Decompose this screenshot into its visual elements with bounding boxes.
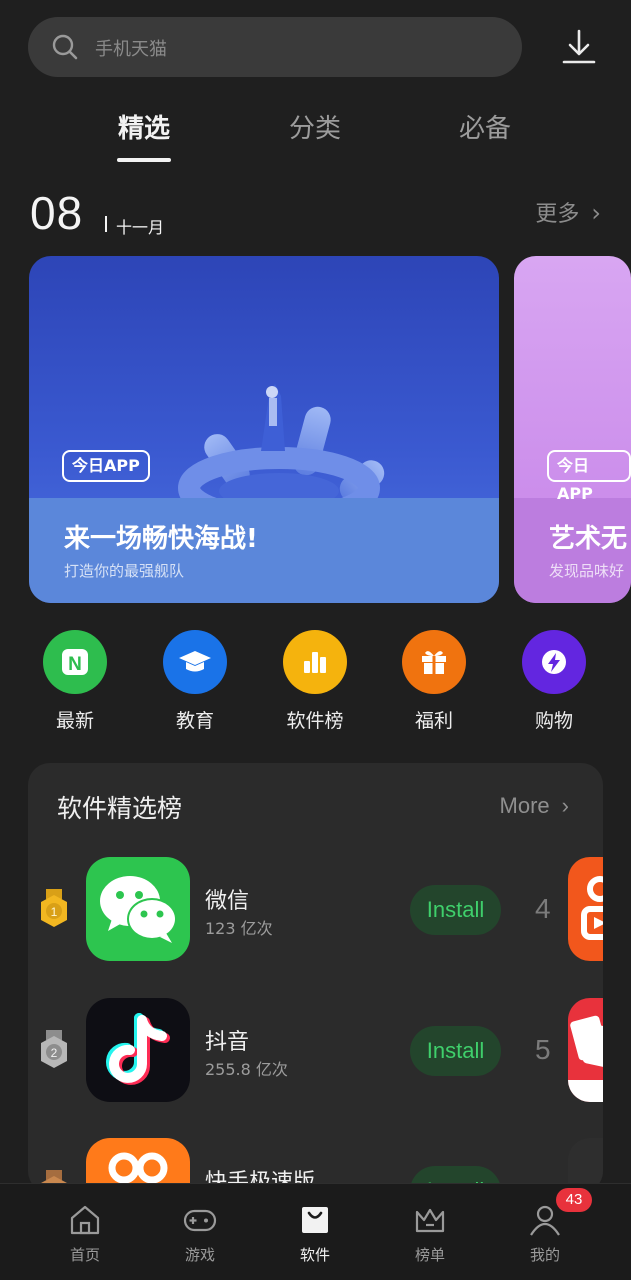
download-icon[interactable] xyxy=(559,27,599,67)
chevron-right-icon: › xyxy=(561,793,569,818)
app-name: 抖音 xyxy=(205,1030,250,1055)
panel-title: 软件精选榜 xyxy=(57,794,183,823)
today-app-badge: 今日APP xyxy=(547,450,631,503)
search-placeholder: 手机天猫 xyxy=(95,39,167,60)
category-label: 软件榜 xyxy=(286,710,344,732)
date-day: 08 xyxy=(30,187,84,239)
notification-badge: 43 xyxy=(556,1188,592,1212)
next-column-rank: 4 xyxy=(535,893,551,924)
category-shortcuts: N 最新 教育 软件榜 福利 购物 xyxy=(0,630,631,740)
search-bar[interactable]: 手机天猫 xyxy=(28,17,522,77)
nav-label: 游戏 xyxy=(184,1246,215,1264)
nav-label: 软件 xyxy=(299,1246,330,1264)
app-name: 微信 xyxy=(205,889,250,914)
category-latest[interactable]: N 最新 xyxy=(30,630,120,733)
category-education[interactable]: 教育 xyxy=(150,630,240,733)
category-label: 福利 xyxy=(414,710,453,732)
next-app-icon[interactable] xyxy=(568,998,603,1102)
banner-title: 艺术无 xyxy=(549,524,628,554)
svg-text:N: N xyxy=(68,654,82,675)
more-label: More xyxy=(499,793,550,818)
svg-text:2: 2 xyxy=(51,1046,58,1060)
bottom-navigation: 首页 游戏 软件 榜单 我的 xyxy=(0,1183,631,1280)
nav-software[interactable]: 软件 xyxy=(275,1202,355,1265)
new-icon: N xyxy=(43,630,107,694)
lightning-icon xyxy=(522,630,586,694)
category-shopping[interactable]: 购物 xyxy=(509,630,599,733)
next-app-icon[interactable] xyxy=(568,857,603,961)
tab-essentials[interactable]: 必备 xyxy=(430,108,540,145)
nav-home[interactable]: 首页 xyxy=(45,1202,125,1265)
category-welfare[interactable]: 福利 xyxy=(389,630,479,733)
douyin-icon xyxy=(86,998,190,1102)
search-icon xyxy=(52,34,78,60)
gold-medal-icon: 1 xyxy=(41,889,67,927)
install-button[interactable]: Install xyxy=(410,885,501,935)
next-column-rank: 5 xyxy=(535,1034,551,1065)
app-download-count: 123 亿次 xyxy=(205,919,273,938)
wechat-icon xyxy=(86,857,190,961)
crown-icon xyxy=(415,1208,445,1233)
category-software-chart[interactable]: 软件榜 xyxy=(270,630,360,733)
more-label: 更多 xyxy=(535,202,580,227)
banner-subtitle: 发现品味好 xyxy=(549,562,625,580)
home-icon xyxy=(70,1205,100,1235)
category-label: 最新 xyxy=(55,710,94,732)
category-label: 购物 xyxy=(534,710,573,732)
category-label: 教育 xyxy=(175,710,214,732)
search-row: 手机天猫 xyxy=(28,17,603,77)
featured-banner-next[interactable]: 今日APP 艺术无 发现品味好 xyxy=(514,256,631,603)
install-button[interactable]: Install xyxy=(410,1026,501,1076)
bar-chart-icon xyxy=(283,630,347,694)
shopping-bag-icon xyxy=(302,1207,328,1233)
date-month: 十一月 xyxy=(116,218,165,237)
silver-medal-icon: 2 xyxy=(41,1030,67,1068)
gift-icon xyxy=(402,630,466,694)
ranking-row[interactable]: 1 微信 123 亿次 Install 4 xyxy=(28,857,603,963)
banner-subtitle: 打造你的最强舰队 xyxy=(64,562,185,580)
nav-label: 首页 xyxy=(69,1246,100,1264)
date-header: 08 十一月 更多 › xyxy=(30,186,601,246)
tab-category[interactable]: 分类 xyxy=(260,108,370,145)
more-link[interactable]: 更多 › xyxy=(535,196,601,228)
nav-games[interactable]: 游戏 xyxy=(160,1202,240,1265)
svg-text:1: 1 xyxy=(51,905,58,919)
panel-more-link[interactable]: More › xyxy=(500,793,569,819)
app-download-count: 255.8 亿次 xyxy=(205,1060,288,1079)
date-divider xyxy=(105,216,107,232)
nav-charts[interactable]: 榜单 xyxy=(390,1202,470,1265)
nav-label: 我的 xyxy=(529,1246,560,1264)
featured-banner[interactable]: 今日APP 来一场畅快海战! 打造你的最强舰队 xyxy=(29,256,499,603)
software-ranking-panel: 软件精选榜 More › 1 微信 123 亿次 Install 4 2 抖音 … xyxy=(28,763,603,1193)
ranking-row[interactable]: 2 抖音 255.8 亿次 Install 5 xyxy=(28,998,603,1104)
today-app-badge: 今日APP xyxy=(62,450,150,482)
gamepad-icon xyxy=(183,1209,217,1232)
top-tabs: 精选 分类 必备 xyxy=(0,108,631,168)
active-tab-indicator xyxy=(117,158,171,162)
chevron-right-icon: › xyxy=(591,199,601,227)
nav-label: 榜单 xyxy=(414,1246,445,1264)
graduation-cap-icon xyxy=(163,630,227,694)
banner-title: 来一场畅快海战! xyxy=(64,524,258,554)
tab-featured[interactable]: 精选 xyxy=(89,108,199,145)
